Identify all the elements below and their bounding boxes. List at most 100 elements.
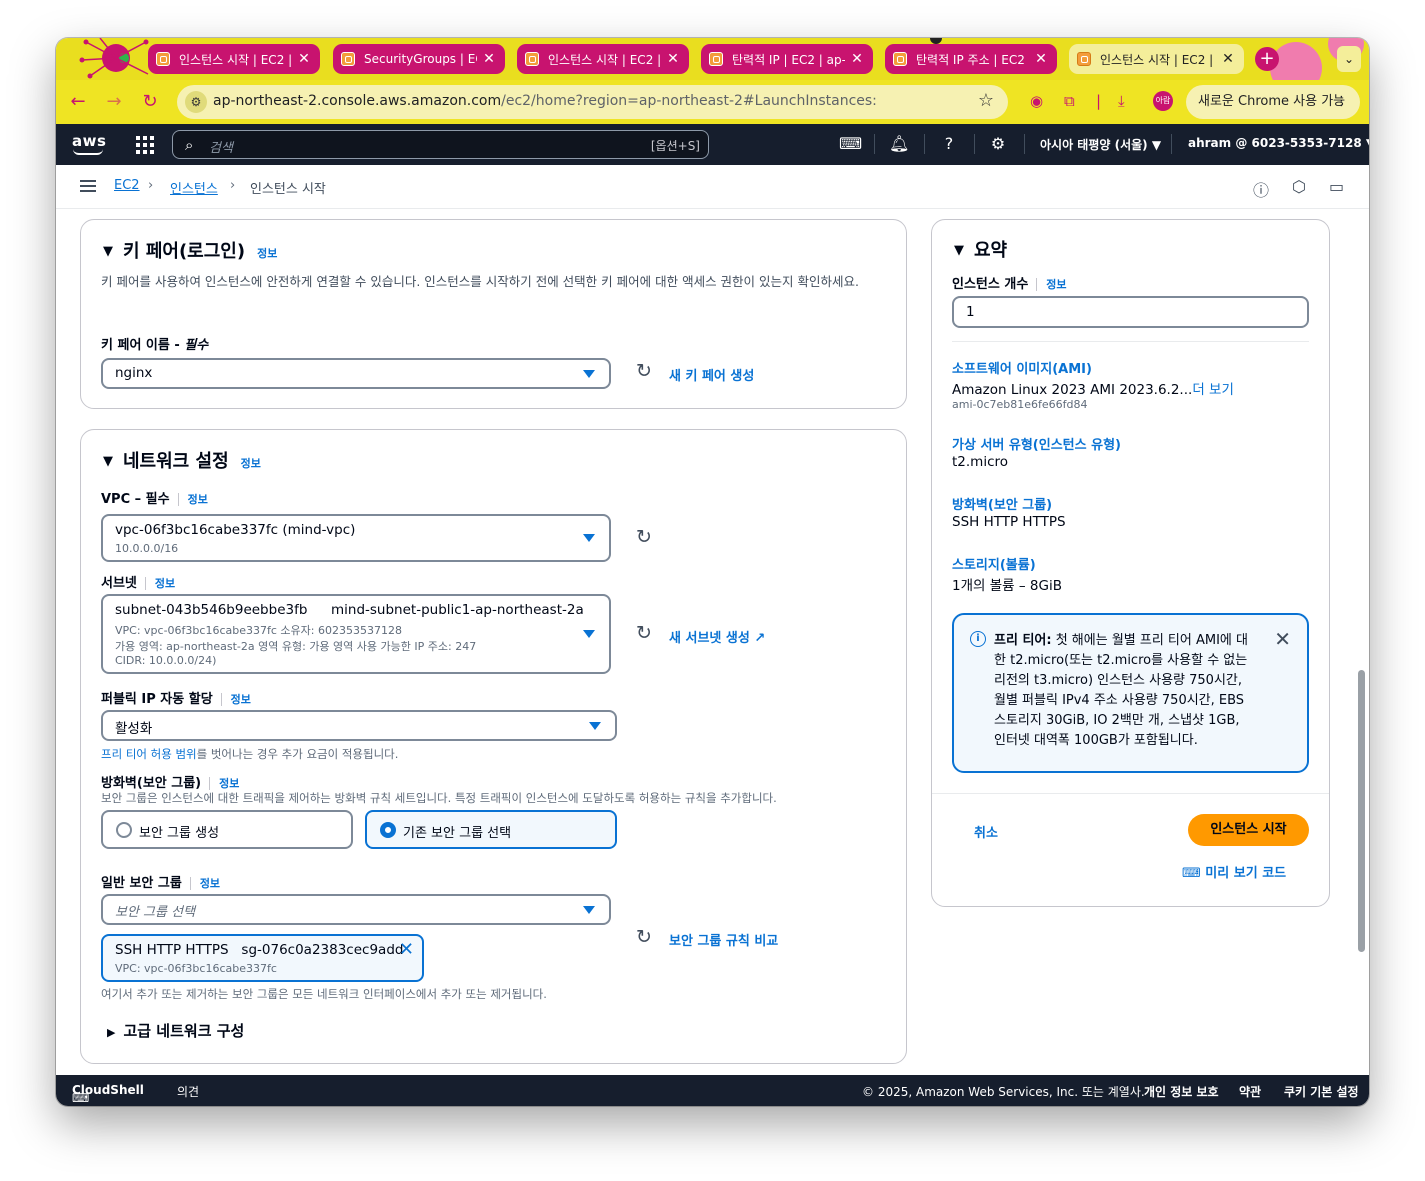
search-input[interactable]: ⌕ 검색 [옵션+S] — [172, 130, 709, 159]
breadcrumb-ec2[interactable]: EC2 — [114, 178, 140, 193]
page-scrollbar[interactable] — [1358, 670, 1365, 952]
divider — [932, 793, 1329, 794]
instance-count-input[interactable]: 1 — [952, 296, 1309, 328]
refresh-icon[interactable]: ↻ — [636, 622, 652, 644]
create-keypair-link[interactable]: 새 키 페어 생성 — [669, 365, 754, 384]
info-link[interactable]: 정보 — [220, 693, 251, 706]
public-ip-select[interactable]: 활성화 — [101, 710, 617, 741]
cloudshell-icon: ⌨ — [72, 1091, 90, 1105]
free-tier-alert-title: 프리 티어: — [994, 633, 1052, 648]
cloudshell-button[interactable]: ⌨ CloudShell — [72, 1083, 144, 1105]
sg-token-title: SSH HTTP HTTPS sg-076c0a2383cec9add — [115, 942, 403, 958]
aws-logo[interactable]: aws — [72, 132, 106, 155]
services-grid-icon[interactable] — [136, 136, 154, 154]
cookie-preferences-link[interactable]: 쿠키 기본 설정 — [1284, 1083, 1359, 1100]
browser-tab[interactable]: 인스턴스 시작 | EC2 | ap ✕ — [148, 44, 320, 74]
vpc-select[interactable]: vpc-06f3bc16cabe337fc (mind-vpc) 10.0.0.… — [101, 514, 611, 562]
close-tab-icon[interactable]: ✕ — [296, 51, 312, 67]
info-link[interactable]: 정보 — [209, 777, 240, 790]
refresh-icon[interactable]: ↻ — [636, 926, 652, 948]
feedback-link[interactable]: 의견 — [177, 1083, 199, 1100]
back-arrow-icon[interactable]: ← — [67, 91, 89, 112]
info-link[interactable]: 정보 — [177, 493, 208, 506]
help-icon[interactable]: ? — [939, 134, 959, 153]
extension-icon[interactable]: ◉ — [1030, 92, 1043, 110]
site-settings-icon[interactable]: ⚙ — [185, 91, 207, 113]
summary-panel: ▼ 요약 인스턴스 개수 정보 1 소프트웨어 이미지(AMI) Amazon Li… — [931, 219, 1330, 907]
instance-type-link[interactable]: 가상 서버 유형(인스턴스 유형) — [952, 434, 1121, 453]
terms-link[interactable]: 약관 — [1239, 1083, 1261, 1100]
refresh-icon[interactable]: ↻ — [636, 526, 652, 548]
settings-hex-icon[interactable]: ⬡ — [1292, 177, 1306, 196]
ami-link[interactable]: 소프트웨어 이미지(AMI) — [952, 358, 1092, 377]
sg-token: SSH HTTP HTTPS sg-076c0a2383cec9add VPC:… — [101, 934, 424, 982]
profile-avatar[interactable]: 아람 — [1153, 91, 1173, 111]
info-link[interactable]: 정보 — [241, 457, 261, 470]
reload-icon[interactable]: ↻ — [139, 91, 161, 112]
radio-existing-sg[interactable]: 기존 보안 그룹 선택 — [365, 810, 617, 849]
refresh-icon[interactable]: ↻ — [636, 360, 652, 382]
kebab-menu-icon[interactable]: ⋮ — [1335, 85, 1348, 119]
cloudshell-icon[interactable]: ⌨ — [839, 134, 862, 153]
info-link[interactable]: 정보 — [257, 247, 277, 260]
launch-instance-button[interactable]: 인스턴스 시작 — [1188, 814, 1309, 846]
keypair-header[interactable]: ▼ 키 페어(로그인) 정보 — [103, 237, 277, 263]
bookmark-star-icon[interactable]: ☆ — [978, 90, 994, 111]
subnet-select[interactable]: subnet-043b546b9eebbe3fb mind-subnet-pub… — [101, 594, 611, 674]
info-link[interactable]: 정보 — [1036, 278, 1067, 291]
close-tab-icon[interactable]: ✕ — [849, 51, 865, 67]
remove-token-icon[interactable]: ✕ — [399, 939, 414, 960]
puzzle-extensions-icon[interactable]: ⧉ — [1064, 92, 1075, 110]
cancel-button[interactable]: 취소 — [974, 822, 998, 841]
keypair-select[interactable]: nginx — [101, 358, 611, 389]
close-tab-icon[interactable]: ✕ — [1033, 51, 1049, 67]
preview-code-button[interactable]: ⌨ 미리 보기 코드 — [1182, 862, 1286, 881]
forward-arrow-icon[interactable]: → — [103, 91, 125, 112]
search-placeholder: 검색 — [209, 141, 233, 156]
firewall-link[interactable]: 방화벽(보안 그룹) — [952, 494, 1052, 513]
info-link[interactable]: 정보 — [144, 577, 176, 590]
nav-divider — [974, 134, 975, 154]
close-tab-icon[interactable]: ✕ — [665, 51, 681, 67]
close-icon[interactable]: ✕ — [1274, 627, 1291, 651]
bell-icon[interactable]: 🔔︎ — [889, 134, 909, 153]
radio-create-sg[interactable]: 보안 그룹 생성 — [101, 810, 353, 849]
url-host: ap-northeast-2.console.aws.amazon.com — [213, 93, 502, 109]
browser-tab-active[interactable]: 인스턴스 시작 | EC2 | a ✕ — [1069, 44, 1244, 74]
download-icon[interactable]: ⤓ — [1118, 92, 1125, 110]
info-circle-icon[interactable]: ⓘ — [1253, 177, 1269, 201]
region-selector[interactable]: 아시아 태평양 (서울) ▼ — [1040, 136, 1161, 153]
sg-select[interactable]: 보안 그룹 선택 — [101, 894, 611, 925]
sg-token-vpc: VPC: vpc-06f3bc16cabe337fc — [115, 962, 277, 975]
close-tab-icon[interactable]: ✕ — [481, 51, 497, 67]
sg-note: 여기서 추가 또는 제거하는 보안 그룹은 모든 네트워크 인터페이스에서 추가… — [101, 987, 547, 1001]
browser-tab[interactable]: 인스턴스 시작 | EC2 | ap ✕ — [517, 44, 689, 74]
tab-search-chevron-icon[interactable]: ⌄ — [1337, 46, 1361, 72]
ami-more-link[interactable]: 더 보기 — [1192, 382, 1234, 398]
gear-icon[interactable]: ⚙ — [988, 134, 1008, 153]
privacy-link[interactable]: 개인 정보 보호 — [1144, 1083, 1219, 1100]
summary-header[interactable]: ▼ 요약 — [954, 236, 1007, 262]
dropdown-caret-icon — [583, 370, 595, 378]
free-tier-link[interactable]: 프리 티어 허용 범위 — [101, 747, 197, 761]
dropdown-caret-icon — [583, 630, 595, 638]
browser-tab[interactable]: SecurityGroups | EC2 ✕ — [333, 44, 505, 74]
compare-sg-rules-link[interactable]: 보안 그룹 규칙 비교 — [669, 930, 778, 949]
create-subnet-link[interactable]: 새 서브넷 생성 ↗ — [669, 627, 765, 646]
public-ip-value: 활성화 — [115, 721, 153, 737]
breadcrumb-instances[interactable]: 인스턴스 — [170, 178, 218, 197]
instance-count-label: 인스턴스 개수 정보 — [952, 273, 1067, 292]
monitor-icon[interactable]: ▭ — [1329, 177, 1344, 196]
browser-tab[interactable]: 탄력적 IP 주소 | EC2 | ✕ — [885, 44, 1057, 74]
address-bar[interactable]: ⚙ ap-northeast-2.console.aws.amazon.com/… — [177, 85, 1008, 119]
account-menu[interactable]: ahram @ 6023-5353-7128 ▼ — [1188, 136, 1369, 150]
storage-link[interactable]: 스토리지(볼륨) — [952, 554, 1036, 573]
new-tab-button[interactable]: + — [1255, 47, 1279, 71]
advanced-network-toggle[interactable]: ▶ 고급 네트워크 구성 — [107, 1020, 244, 1041]
browser-tab[interactable]: 탄력적 IP | EC2 | ap-no ✕ — [701, 44, 873, 74]
hamburger-menu-icon[interactable] — [80, 180, 96, 192]
info-link[interactable]: 정보 — [189, 877, 221, 890]
network-header[interactable]: ▼ 네트워크 설정 정보 — [103, 447, 261, 473]
chrome-update-button[interactable]: 새로운 Chrome 사용 가능 ⋮ — [1186, 85, 1360, 119]
close-tab-icon[interactable]: ✕ — [1220, 51, 1236, 67]
